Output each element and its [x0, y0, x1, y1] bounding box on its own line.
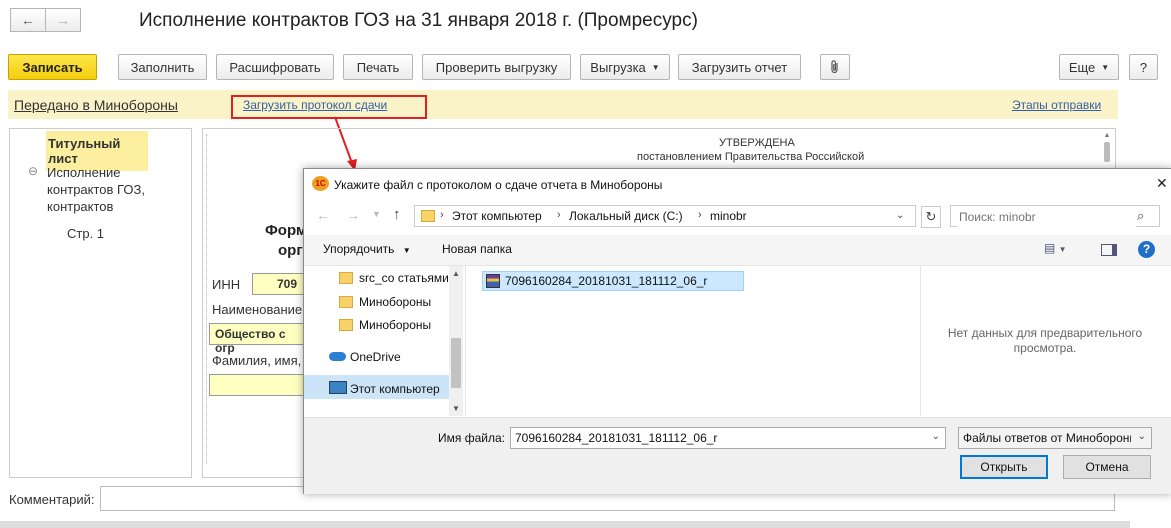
inn-label: ИНН — [212, 277, 241, 292]
close-icon[interactable]: ✕ — [1156, 175, 1168, 192]
breadcrumb-computer[interactable]: Этот компьютер — [452, 209, 542, 223]
tree-item-page-1[interactable]: Стр. 1 — [67, 226, 104, 241]
scroll-up-icon: ▲ — [1103, 132, 1111, 139]
load-protocol-link[interactable]: Загрузить протокол сдачи — [243, 98, 387, 112]
breadcrumb-minobr[interactable]: minobr — [710, 209, 747, 223]
file-open-dialog: 1С Укажите файл с протоколом о сдаче отч… — [303, 168, 1171, 494]
up-folder-icon[interactable]: ↑ — [393, 206, 401, 223]
back-nav-icon[interactable]: ← — [316, 207, 330, 223]
computer-icon — [329, 381, 347, 394]
help-button[interactable]: ? — [1129, 54, 1158, 80]
name-label: Наименование — [212, 302, 303, 317]
load-report-button[interactable]: Загрузить отчет — [678, 54, 801, 80]
preview-pane-icon[interactable] — [1101, 244, 1117, 256]
upload-dropdown-button[interactable]: Выгрузка ▼ — [580, 54, 670, 80]
sent-to-mod-link[interactable]: Передано в Минобороны — [14, 97, 178, 113]
more-dropdown-button[interactable]: Еще ▼ — [1059, 54, 1119, 80]
file-type-select[interactable]: Файлы ответов от Минобороны ⌄ — [958, 427, 1152, 449]
onedrive-icon — [329, 352, 346, 361]
folder-icon — [339, 272, 353, 284]
back-button[interactable]: ← — [10, 8, 46, 32]
form-vscrollbar[interactable]: ▲ — [1102, 132, 1112, 172]
collapse-icon[interactable]: ⊖ — [28, 164, 38, 178]
fio-label: Фамилия, имя, — [212, 353, 302, 368]
caret-down-icon: ▼ — [402, 246, 411, 255]
help-circle-icon[interactable]: ? — [1138, 241, 1155, 258]
paperclip-icon — [831, 60, 838, 74]
organize-label: Упорядочить — [323, 242, 395, 256]
approved-text: постановлением Правительства Российской — [637, 151, 865, 163]
open-button[interactable]: Открыть — [960, 455, 1048, 479]
arrow-right-icon: → — [56, 12, 70, 28]
scroll-up-icon: ▲ — [452, 269, 460, 278]
1c-logo-icon: 1С — [312, 176, 329, 191]
chevron-right-icon: › — [698, 209, 702, 221]
search-input[interactable] — [957, 207, 1136, 227]
refresh-icon[interactable]: ↻ — [921, 206, 941, 228]
caret-down-icon: ▼ — [1101, 62, 1110, 72]
cancel-button[interactable]: Отмена — [1063, 455, 1151, 479]
file-item-selected[interactable]: 7096160284_20181031_181112_06_r — [482, 271, 744, 291]
chevron-right-icon: › — [557, 209, 561, 221]
forward-nav-icon[interactable]: → — [346, 207, 360, 223]
scroll-thumb[interactable] — [451, 338, 461, 388]
organize-button[interactable]: Упорядочить ▼ — [323, 242, 411, 256]
nav-item-minoborony-1[interactable]: Минобороны — [359, 295, 431, 309]
new-folder-button[interactable]: Новая папка — [442, 242, 512, 256]
arrow-left-icon: ← — [21, 12, 35, 28]
more-label: Еще — [1068, 59, 1096, 75]
command-bar — [304, 235, 1171, 266]
fio-field[interactable] — [209, 374, 304, 396]
comment-label: Комментарий: — [9, 492, 95, 507]
search-icon: ⌕ — [1137, 208, 1145, 223]
forward-button[interactable]: → — [45, 8, 81, 32]
view-options-icon[interactable]: ▤ ▼ — [1044, 241, 1067, 255]
dialog-title: Укажите файл с протоколом о сдаче отчета… — [334, 178, 663, 192]
caret-down-icon: ▼ — [651, 62, 660, 72]
window-title: Исполнение контрактов ГОЗ на 31 января 2… — [139, 10, 698, 31]
nav-item-onedrive[interactable]: OneDrive — [350, 350, 401, 364]
chevron-right-icon: › — [440, 209, 444, 221]
search-box[interactable]: ⌕ — [950, 205, 1160, 227]
org-name-field[interactable]: Общество с огр — [209, 323, 304, 355]
nav-item-minoborony-2[interactable]: Минобороны — [359, 318, 431, 332]
chevron-down-icon[interactable]: ⌄ — [896, 210, 904, 221]
folder-icon — [421, 210, 435, 222]
archive-file-icon — [486, 274, 500, 288]
approved-title: УТВЕРЖДЕНА — [719, 137, 795, 149]
fill-button[interactable]: Заполнить — [118, 54, 207, 80]
nav-item-src[interactable]: src_со статьями — [359, 271, 449, 285]
scroll-thumb[interactable] — [1104, 142, 1110, 162]
chevron-down-icon: ⌄ — [1137, 431, 1146, 442]
inn-field[interactable]: 709 — [252, 273, 304, 295]
preview-message: Нет данных для предварительного просмотр… — [947, 326, 1143, 355]
folder-icon — [339, 296, 353, 308]
folder-icon — [339, 319, 353, 331]
form-heading-1: Форм — [265, 222, 308, 239]
recent-dropdown-icon[interactable]: ▼ — [372, 209, 381, 219]
file-name-label: Имя файла: — [438, 431, 505, 445]
breadcrumb-disk[interactable]: Локальный диск (C:) — [569, 209, 683, 223]
file-name-value: 7096160284_20181031_181112_06_r — [515, 431, 718, 445]
nav-scrollbar[interactable]: ▲ ▼ — [449, 266, 463, 416]
form-dotted-edge — [206, 134, 207, 464]
check-upload-button[interactable]: Проверить выгрузку — [422, 54, 571, 80]
scroll-down-icon: ▼ — [452, 404, 460, 413]
bottom-edge — [0, 521, 1130, 528]
upload-label: Выгрузка — [590, 59, 646, 75]
save-button[interactable]: Записать — [8, 54, 97, 80]
chevron-down-icon[interactable]: ⌄ — [932, 431, 940, 442]
decode-button[interactable]: Расшифровать — [216, 54, 334, 80]
form-heading-2: орг — [278, 242, 303, 259]
tree-item-contracts[interactable]: Исполнение контрактов ГОЗ, контрактов — [47, 164, 167, 215]
nav-item-this-pc[interactable]: Этот компьютер — [350, 382, 440, 396]
send-stages-link[interactable]: Этапы отправки — [1012, 98, 1101, 112]
print-button[interactable]: Печать — [343, 54, 413, 80]
file-type-value: Файлы ответов от Минобороны — [963, 431, 1131, 445]
file-item-name: 7096160284_20181031_181112_06_r — [505, 274, 708, 288]
file-name-input[interactable]: 7096160284_20181031_181112_06_r ⌄ — [510, 427, 946, 449]
inn-value: 709 — [277, 277, 298, 291]
attach-button[interactable] — [820, 54, 850, 80]
address-bar[interactable]: › Этот компьютер › Локальный диск (C:) ›… — [414, 205, 916, 227]
